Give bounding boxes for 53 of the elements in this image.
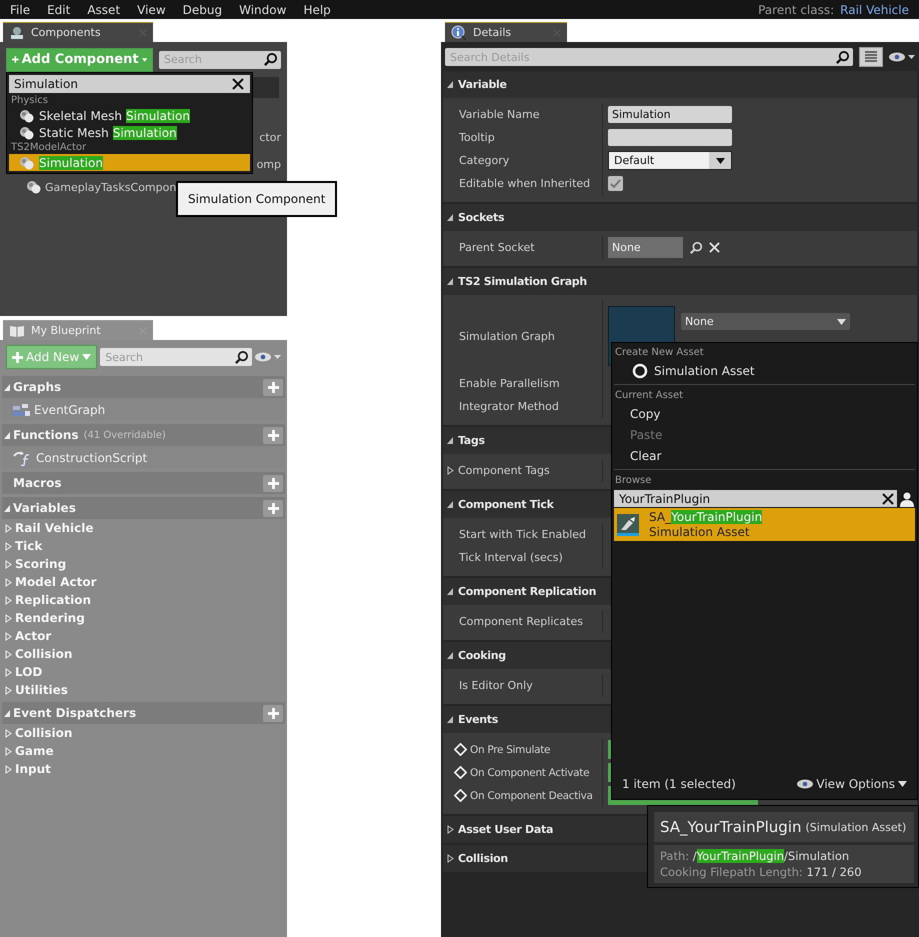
section-title: Cooking <box>458 649 506 662</box>
property-label: Enable Parallelism <box>459 377 560 390</box>
property-label: On Component Deactiva <box>470 790 593 802</box>
section-note: (41 Overridable) <box>84 430 167 440</box>
section-title: Graphs <box>13 380 62 394</box>
menu-group-label: TS2ModelActor <box>10 141 88 154</box>
section-title: Macros <box>13 476 62 490</box>
parent-class-label: Parent class: <box>758 2 834 16</box>
section-title: Variables <box>13 501 76 515</box>
property-label: Is Editor Only <box>459 679 533 692</box>
section-title: Variable <box>458 78 507 91</box>
tab-title: Components <box>31 26 102 39</box>
section-title: Tags <box>458 434 485 447</box>
asset-type: Simulation Asset <box>649 524 751 540</box>
property-label: Parent Socket <box>459 241 535 254</box>
tab-title: My Blueprint <box>31 324 102 337</box>
property-label: On Pre Simulate <box>470 744 550 756</box>
asset-path: Path: /YourTrainPlugin/Simulation <box>660 848 850 864</box>
tree-item-text: ctor <box>259 131 281 144</box>
section-title: TS2 Simulation Graph <box>458 275 587 288</box>
section-title: Functions <box>13 428 79 442</box>
item-label: ConstructionScript <box>36 450 148 464</box>
section-title: Collision <box>458 852 508 865</box>
asset-name: SA_YourTrainPlugin <box>649 510 762 524</box>
property-label: Category <box>459 154 510 167</box>
item-label: EventGraph <box>34 402 106 416</box>
property-label: Editable when Inherited <box>459 177 590 190</box>
asset-name: SA_YourTrainPlugin <box>660 818 802 836</box>
property-label: Component Replicates <box>459 615 583 628</box>
tree-item-text: omp <box>256 158 281 171</box>
menu-group-label: Physics <box>10 94 49 107</box>
property-label: Tooltip <box>459 131 495 144</box>
tab-title: Details <box>473 26 512 39</box>
menu-heading: Create New Asset <box>614 346 705 360</box>
property-label: Start with Tick Enabled <box>459 528 586 541</box>
property-label: Integrator Method <box>459 400 559 413</box>
status-text: 1 item (1 selected) <box>622 777 736 791</box>
tooltip: Simulation Component <box>176 181 338 217</box>
tree-item-text: GameplayTasksCompon <box>45 180 176 194</box>
section-title: Event Dispatchers <box>13 706 136 720</box>
property-label: Tick Interval (secs) <box>459 551 563 564</box>
section-title: Sockets <box>458 211 504 224</box>
section-title: Events <box>458 713 498 726</box>
section-title: Component Tick <box>458 498 554 511</box>
property-label: Variable Name <box>459 108 540 121</box>
property-label: Simulation Graph <box>459 330 555 342</box>
menu-heading: Current Asset <box>614 389 684 403</box>
menu-heading: Browse <box>614 474 652 488</box>
section-title: Component Replication <box>458 585 596 598</box>
property-label: Component Tags <box>458 464 550 477</box>
property-label: On Component Activate <box>470 766 590 778</box>
section-title: Asset User Data <box>458 823 554 836</box>
asset-type: (Simulation Asset) <box>806 820 906 834</box>
